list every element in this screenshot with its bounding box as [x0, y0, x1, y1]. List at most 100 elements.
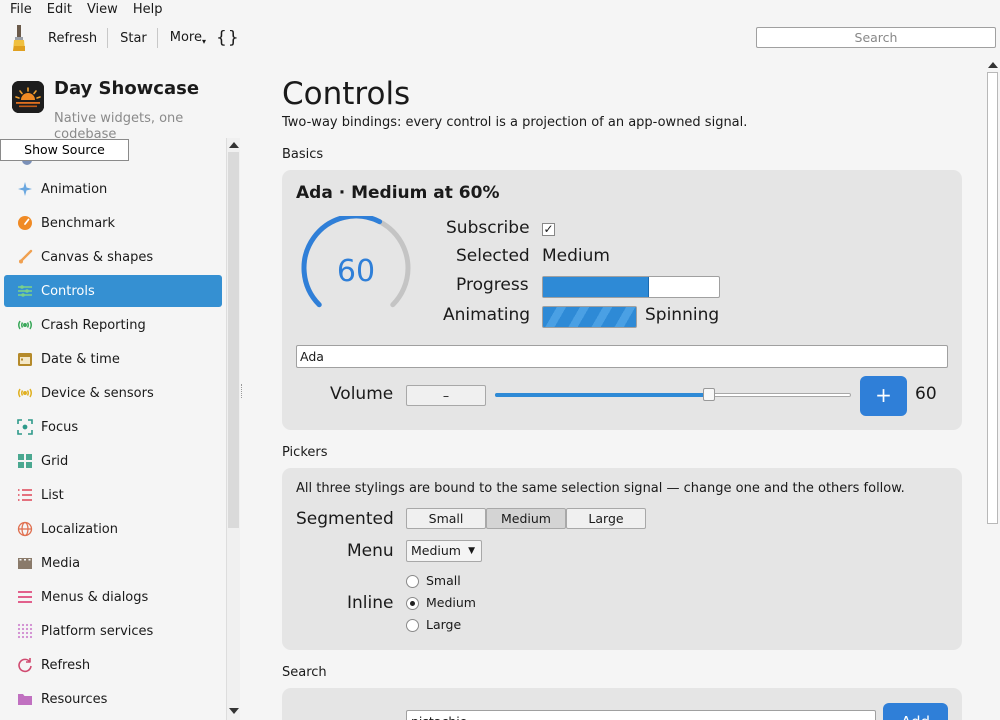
search-field-value: pistachio	[411, 714, 467, 720]
radio-small-label: Small	[426, 573, 461, 588]
segment-medium[interactable]: Medium	[486, 508, 566, 529]
sidebar-item-crash-reporting[interactable]: Crash Reporting	[4, 309, 222, 341]
sidebar-scrollbar[interactable]	[226, 138, 240, 720]
sidebar-item-localization[interactable]: Localization	[4, 513, 222, 545]
sparkle-icon	[17, 181, 33, 197]
refresh-icon	[17, 657, 33, 673]
volume-slider[interactable]	[495, 386, 851, 406]
name-input-value: Ada	[300, 349, 324, 364]
add-button[interactable]: Add	[883, 703, 948, 720]
sidebar-item-label: Menus & dialogs	[41, 589, 149, 605]
more-button[interactable]: More▾	[160, 30, 210, 46]
volume-increase-button[interactable]: +	[860, 376, 907, 416]
scroll-up-icon[interactable]	[988, 62, 998, 68]
toolbar-separator	[156, 28, 158, 48]
sidebar-item-benchmark[interactable]: Benchmark	[4, 207, 222, 239]
search-input[interactable]: Search	[756, 27, 996, 48]
segment-small[interactable]: Small	[406, 508, 486, 529]
sidebar-item-canvas-shapes[interactable]: Canvas & shapes	[4, 241, 222, 273]
film-icon	[17, 555, 33, 571]
scroll-up-icon[interactable]	[229, 142, 239, 148]
progress-fill	[543, 277, 649, 297]
show-source-button[interactable]: Show Source	[0, 139, 129, 161]
sidebar-item-label: Resources	[41, 691, 108, 707]
menu-help[interactable]: Help	[123, 2, 168, 17]
menu-label: Menu	[347, 541, 394, 561]
basics-card: Ada · Medium at 60% 60 Subscribe ✓ Selec…	[282, 170, 962, 430]
section-basics: Basics	[282, 147, 324, 162]
toolbar: Refresh Star More▾ {} Search	[0, 18, 1000, 58]
sidebar-item-grid[interactable]: Grid	[4, 445, 222, 477]
app-title: Day Showcase	[54, 78, 200, 99]
selected-value: Medium	[542, 246, 610, 266]
radio-medium-label: Medium	[426, 595, 476, 610]
sidebar-item-label: Platform services	[41, 623, 154, 639]
sidebar-item-label: Animation	[41, 181, 108, 197]
subscribe-checkbox[interactable]: ✓	[542, 223, 555, 236]
scroll-down-icon[interactable]	[229, 708, 239, 714]
sidebar-item-refresh[interactable]: Refresh	[4, 649, 222, 681]
partial-item-icon	[22, 161, 32, 165]
volume-label: Volume	[330, 384, 394, 404]
sidebar-item-label: Canvas & shapes	[41, 249, 154, 265]
indeterminate-bar	[542, 306, 637, 328]
search-field[interactable]: pistachio	[406, 710, 876, 720]
sidebar-item-date-time[interactable]: Date & time	[4, 343, 222, 375]
menu-file[interactable]: File	[0, 2, 37, 17]
search-placeholder: Search	[854, 30, 898, 45]
sidebar-item-label: Crash Reporting	[41, 317, 146, 333]
star-button[interactable]: Star	[110, 31, 155, 46]
subscribe-label: Subscribe	[446, 218, 530, 238]
sidebar-item-focus[interactable]: Focus	[4, 411, 222, 443]
page-subtitle: Two-way bindings: every control is a pro…	[282, 115, 748, 130]
card-title: Ada · Medium at 60%	[296, 183, 500, 203]
section-search: Search	[282, 665, 327, 680]
sidebar-item-media[interactable]: Media	[4, 547, 222, 579]
sidebar-item-list[interactable]: List	[4, 479, 222, 511]
radio-medium[interactable]	[406, 597, 419, 610]
radio-large[interactable]	[406, 619, 419, 632]
sidebar-scroll-thumb[interactable]	[228, 152, 239, 528]
sidebar-item-label: Controls	[41, 283, 95, 299]
chevron-down-icon: ▼	[468, 546, 475, 556]
brush-icon	[17, 249, 33, 265]
progress-bar	[542, 276, 720, 298]
sidebar-item-menus-dialogs[interactable]: Menus & dialogs	[4, 581, 222, 613]
menu-select[interactable]: Medium ▼	[406, 540, 482, 562]
selected-label: Selected	[456, 246, 530, 266]
sidebar-item-label: Grid	[41, 453, 69, 469]
sidebar-item-resources[interactable]: Resources	[4, 683, 222, 715]
slider-thumb[interactable]	[703, 388, 715, 401]
list-icon	[17, 487, 33, 503]
grid-icon	[17, 453, 33, 469]
menu-view[interactable]: View	[77, 2, 123, 17]
sidebar-item-label: Benchmark	[41, 215, 116, 231]
paintbrush-icon[interactable]	[8, 24, 32, 52]
volume-value: 60	[915, 384, 937, 404]
menu-edit[interactable]: Edit	[37, 2, 77, 17]
name-input[interactable]: Ada	[296, 345, 948, 368]
segment-large[interactable]: Large	[566, 508, 646, 529]
sidebar-header: Day Showcase Native widgets, one codebas…	[12, 78, 237, 142]
sidebar: Day Showcase Native widgets, one codebas…	[0, 58, 242, 720]
toolbar-separator	[107, 28, 109, 48]
sidebar-item-label: Media	[41, 555, 81, 571]
section-pickers: Pickers	[282, 445, 328, 460]
radio-small[interactable]	[406, 575, 419, 588]
radio-large-label: Large	[426, 617, 462, 632]
slider-fill	[495, 393, 709, 397]
volume-decrease-button[interactable]: –	[406, 385, 486, 406]
radio-waves-icon	[17, 317, 33, 333]
refresh-button[interactable]: Refresh	[44, 31, 105, 46]
main-scrollbar[interactable]	[986, 58, 1000, 720]
sidebar-item-label: Localization	[41, 521, 118, 537]
folder-icon	[17, 691, 33, 707]
sidebar-item-device-sensors[interactable]: Device & sensors	[4, 377, 222, 409]
sidebar-item-platform-services[interactable]: Platform services	[4, 615, 222, 647]
search-card: pistachio Add	[282, 688, 962, 720]
main-scroll-thumb[interactable]	[987, 72, 998, 524]
sidebar-item-animation[interactable]: Animation	[4, 173, 222, 205]
chevron-down-icon: ▾	[202, 37, 207, 46]
braces-icon[interactable]: {}	[216, 28, 240, 48]
sidebar-item-controls[interactable]: Controls	[4, 275, 222, 307]
